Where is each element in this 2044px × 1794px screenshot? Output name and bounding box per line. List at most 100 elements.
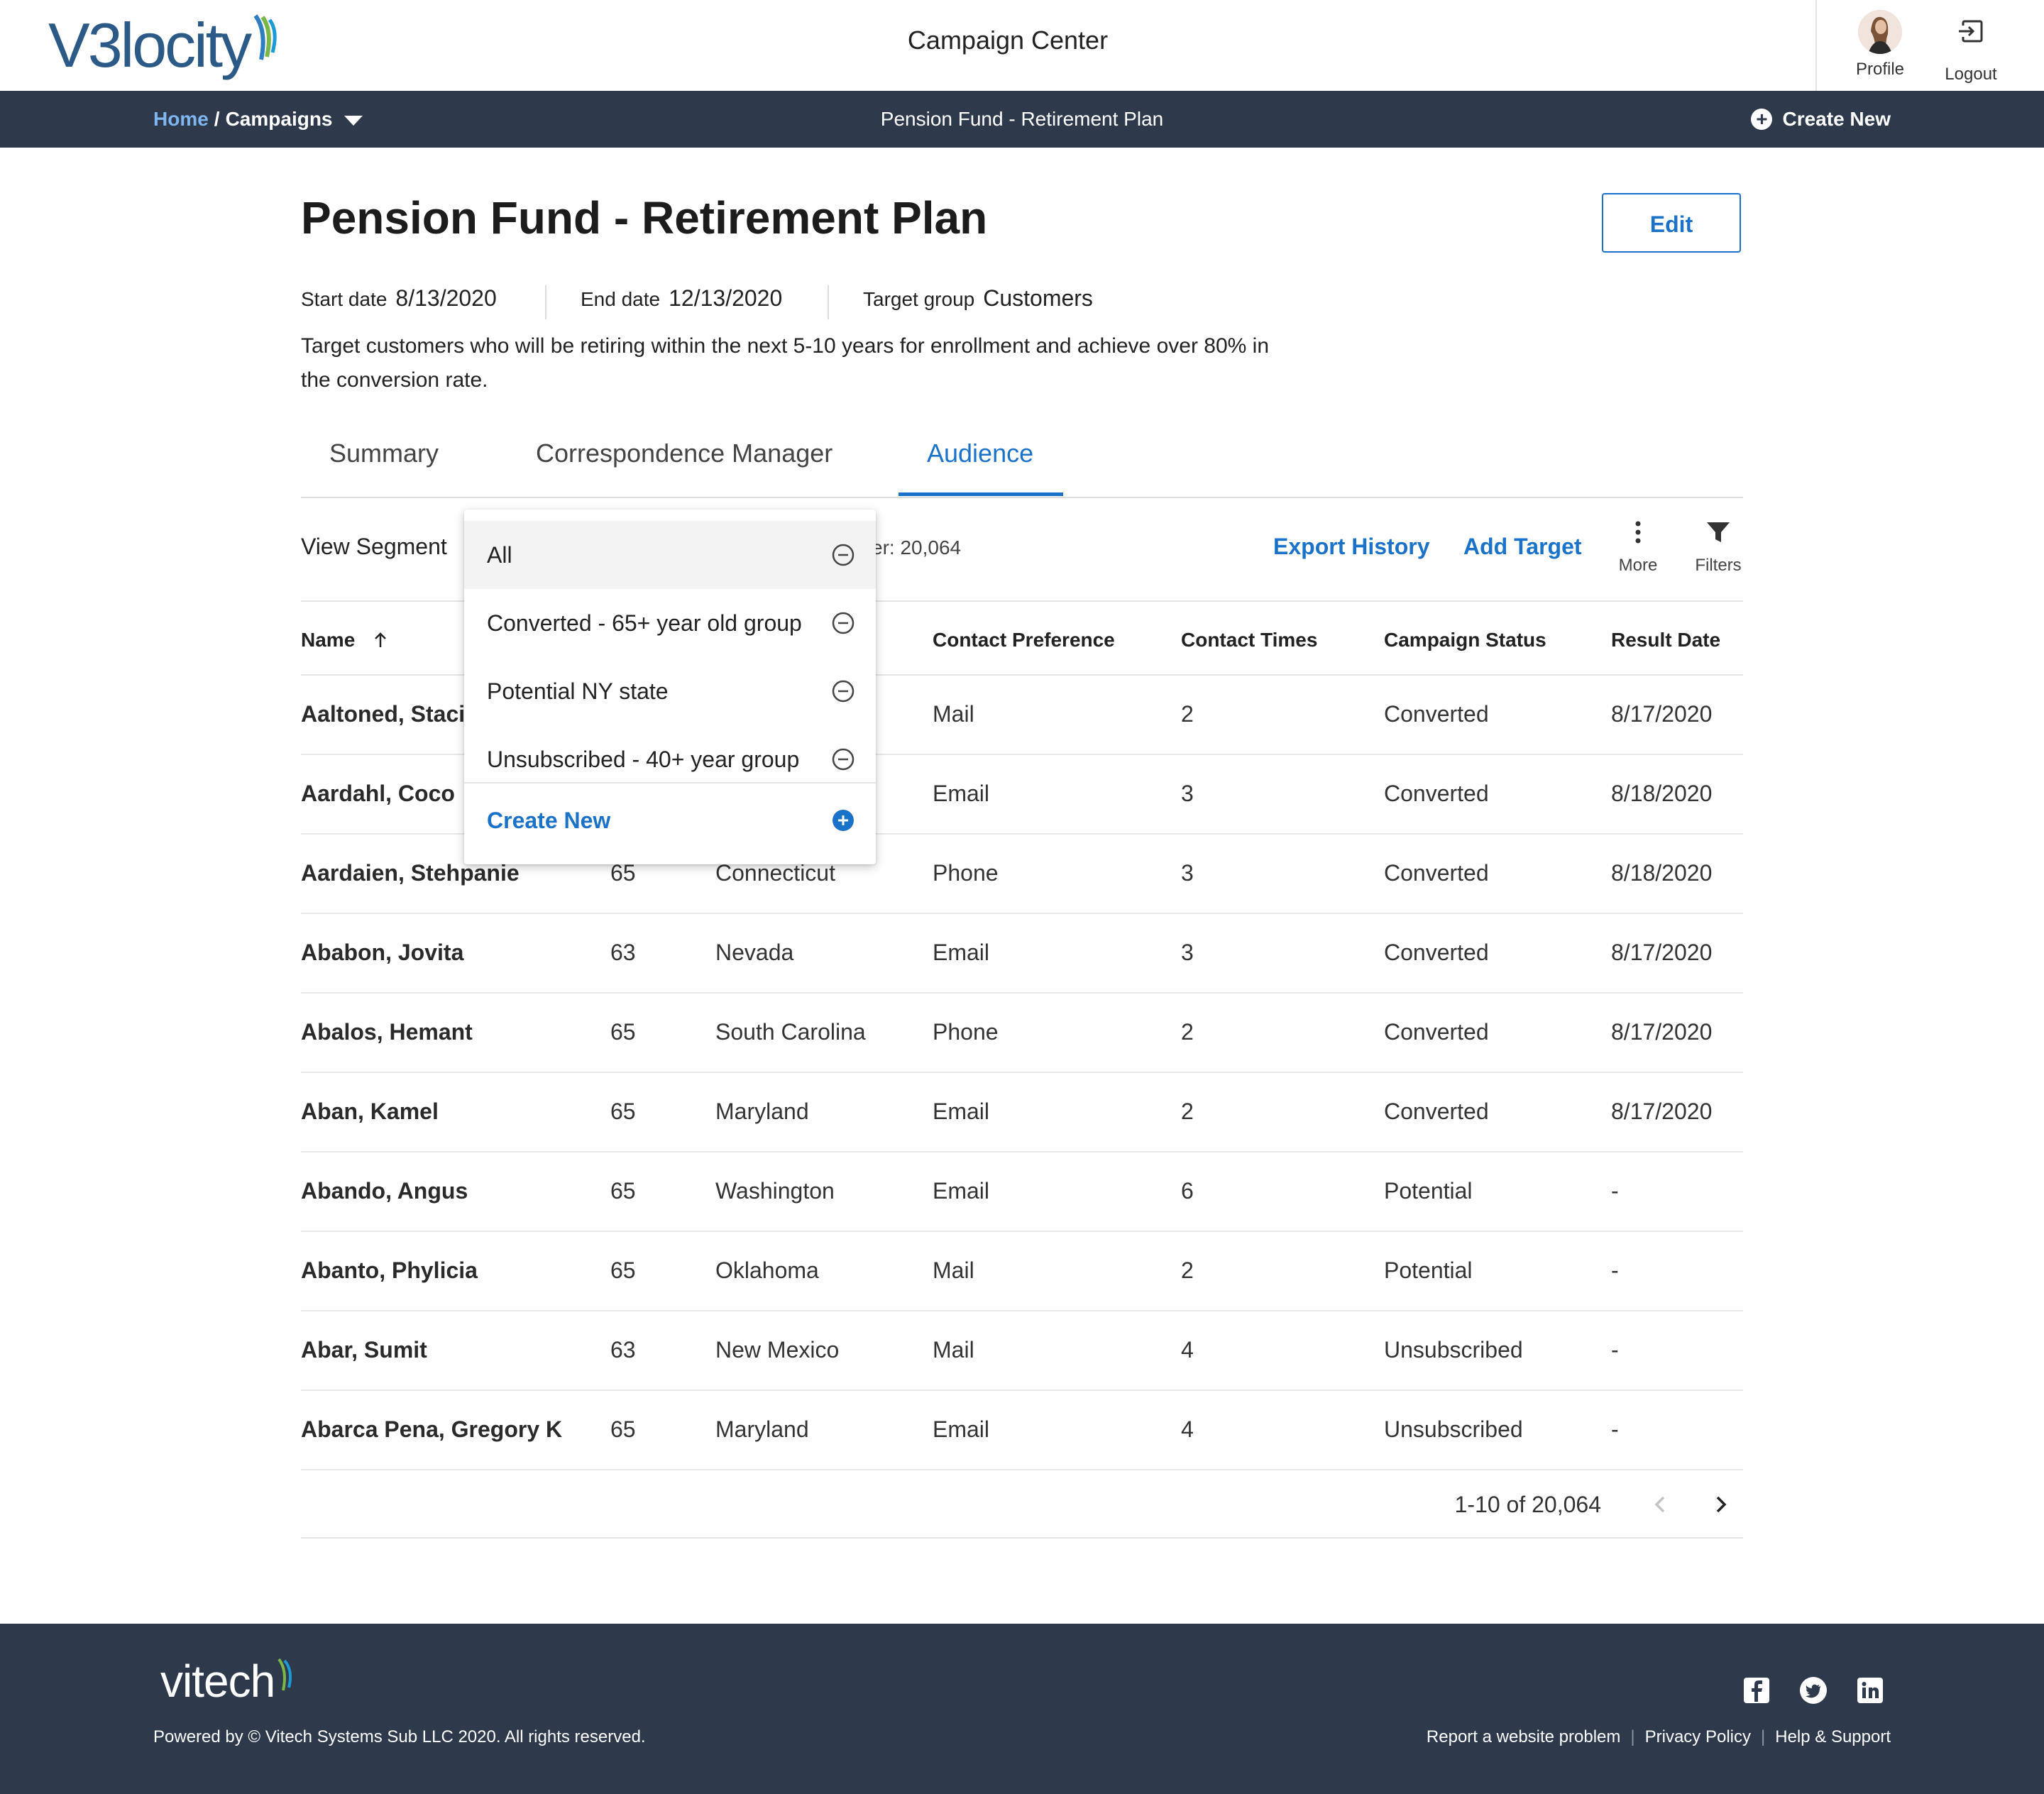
remove-circle-icon[interactable] (830, 678, 856, 704)
cell-result-date: 8/17/2020 (1611, 1019, 1713, 1045)
add-target-link[interactable]: Add Target (1463, 534, 1582, 560)
filters-button[interactable]: Filters (1679, 518, 1757, 576)
column-header-name[interactable]: Name (301, 629, 390, 651)
footer: vitech Powered by © Vitech Systems Sub L… (0, 1624, 2044, 1794)
privacy-policy-link[interactable]: Privacy Policy (1645, 1727, 1751, 1746)
sort-ascending-icon[interactable] (370, 630, 390, 650)
remove-circle-icon[interactable] (830, 542, 856, 568)
create-new-label: Create New (1782, 108, 1891, 130)
report-problem-link[interactable]: Report a website problem (1427, 1727, 1620, 1746)
cell-campaign-status: Potential (1384, 1258, 1473, 1283)
profile-button[interactable]: Profile (1837, 10, 1923, 79)
cell-contact-times: 3 (1181, 781, 1194, 806)
cell-age: 65 (610, 1099, 636, 1124)
column-header-contact-preference[interactable]: Contact Preference (933, 629, 1115, 651)
cell-contact-preference: Email (933, 1099, 990, 1124)
facebook-icon[interactable] (1742, 1676, 1771, 1705)
cell-campaign-status: Converted (1384, 860, 1489, 886)
footer-links: Report a website problem | Privacy Policy |… (1427, 1727, 1891, 1747)
column-header-result-date[interactable]: Result Date (1611, 629, 1720, 651)
cell-contact-preference: Email (933, 1416, 990, 1442)
segment-option-potential-ny[interactable]: Potential NY state (464, 657, 876, 725)
cell-contact-preference: Email (933, 940, 990, 965)
cell-contact-preference: Phone (933, 1019, 999, 1045)
cell-campaign-status: Unsubscribed (1384, 1416, 1523, 1442)
segment-create-new[interactable]: Create New (464, 783, 876, 857)
cell-name: Abar, Sumit (301, 1337, 427, 1363)
logout-button[interactable]: Logout (1928, 10, 2013, 84)
cell-contact-times: 2 (1181, 1019, 1194, 1045)
pagination-range: 1-10 of 20,064 (1454, 1492, 1601, 1517)
cell-contact-preference: Email (933, 1178, 990, 1204)
column-header-contact-times[interactable]: Contact Times (1181, 629, 1317, 651)
linkedin-icon[interactable] (1856, 1676, 1884, 1705)
page-title: Pension Fund - Retirement Plan (301, 192, 988, 243)
breadcrumb-home-link[interactable]: Home (153, 108, 209, 130)
twitter-icon[interactable] (1799, 1676, 1828, 1705)
tab-summary[interactable]: Summary (329, 439, 439, 468)
cell-contact-times: 4 (1181, 1416, 1194, 1442)
export-history-link[interactable]: Export History (1273, 534, 1429, 560)
segment-option-converted[interactable]: Converted - 65+ year old group (464, 589, 876, 657)
logo-swoosh-icon (278, 1658, 292, 1691)
start-date-value: 8/13/2020 (395, 285, 497, 311)
cell-name: Abanto, Phylicia (301, 1258, 478, 1283)
footer-link-separator: | (1630, 1727, 1635, 1746)
cell-result-date: 8/17/2020 (1611, 940, 1713, 965)
meta-divider (545, 285, 546, 319)
chevron-left-icon[interactable] (1647, 1490, 1675, 1519)
table-row[interactable]: Abalos, Hemant 65 South Carolina Phone 2 Conv… (301, 994, 1743, 1073)
cell-contact-times: 3 (1181, 940, 1194, 965)
app-title: Campaign Center (907, 26, 1109, 55)
table-row[interactable]: Ababon, Jovita 63 Nevada Email 3 Converted 8/1… (301, 914, 1743, 994)
logout-icon (1957, 20, 1983, 43)
cell-result-date: 8/17/2020 (1611, 701, 1713, 727)
start-date: Start date 8/13/2020 (301, 285, 497, 312)
cell-campaign-status: Converted (1384, 781, 1489, 806)
cell-age: 63 (610, 1337, 636, 1363)
breadcrumb-campaigns[interactable]: Campaigns (226, 108, 333, 130)
tab-audience[interactable]: Audience (927, 439, 1033, 468)
cell-contact-times: 2 (1181, 1099, 1194, 1124)
tab-bar: Summary Correspondence Manager Audience (301, 433, 1743, 498)
more-button[interactable]: More (1599, 518, 1677, 576)
footer-logo-text: vitech (160, 1656, 275, 1707)
table-row[interactable]: Abarca Pena, Gregory K 65 Maryland Email 4 Un… (301, 1391, 1743, 1470)
table-row[interactable]: Aban, Kamel 65 Maryland Email 2 Converted 8/17… (301, 1073, 1743, 1152)
tab-correspondence-manager[interactable]: Correspondence Manager (536, 439, 833, 468)
cell-result-date: 8/18/2020 (1611, 781, 1713, 806)
cell-state: Washington (715, 1178, 835, 1204)
cell-name: Aban, Kamel (301, 1099, 439, 1124)
cell-state: Maryland (715, 1099, 809, 1124)
cell-campaign-status: Converted (1384, 940, 1489, 965)
vitech-logo[interactable]: vitech (160, 1655, 295, 1707)
segment-option-label: Potential NY state (487, 678, 669, 704)
plus-circle-icon (833, 810, 854, 831)
meta-divider (828, 285, 829, 319)
v3locity-logo[interactable]: V3locity (48, 10, 280, 81)
table-row[interactable]: Abanto, Phylicia 65 Oklahoma Mail 2 Potential… (301, 1232, 1743, 1311)
filters-label: Filters (1695, 556, 1742, 575)
cell-contact-times: 2 (1181, 701, 1194, 727)
cell-state: New Mexico (715, 1337, 840, 1363)
column-header-name-label: Name (301, 629, 356, 651)
remove-circle-icon[interactable] (830, 610, 856, 636)
help-support-link[interactable]: Help & Support (1775, 1727, 1891, 1746)
remove-circle-icon[interactable] (830, 747, 856, 772)
pagination: 1-10 of 20,064 (301, 1470, 1743, 1539)
edit-button[interactable]: Edit (1602, 193, 1741, 253)
column-header-campaign-status[interactable]: Campaign Status (1384, 629, 1546, 651)
table-row[interactable]: Abando, Angus 65 Washington Email 6 Potential… (301, 1152, 1743, 1232)
create-new-button[interactable]: + Create New (1751, 91, 1891, 148)
cell-name: Aaltoned, Stacia (301, 701, 478, 727)
end-date-value: 12/13/2020 (669, 285, 783, 311)
breadcrumb: Home / Campaigns (153, 91, 363, 148)
cell-age: 65 (610, 1019, 636, 1045)
chevron-right-icon[interactable] (1706, 1490, 1735, 1519)
end-date: End date 12/13/2020 (581, 285, 782, 312)
table-row[interactable]: Abar, Sumit 63 New Mexico Mail 4 Unsubscribed… (301, 1311, 1743, 1391)
segment-option-all[interactable]: All (464, 521, 876, 589)
more-label: More (1618, 556, 1658, 575)
cell-contact-times: 4 (1181, 1337, 1194, 1363)
chevron-down-icon[interactable] (344, 115, 363, 126)
